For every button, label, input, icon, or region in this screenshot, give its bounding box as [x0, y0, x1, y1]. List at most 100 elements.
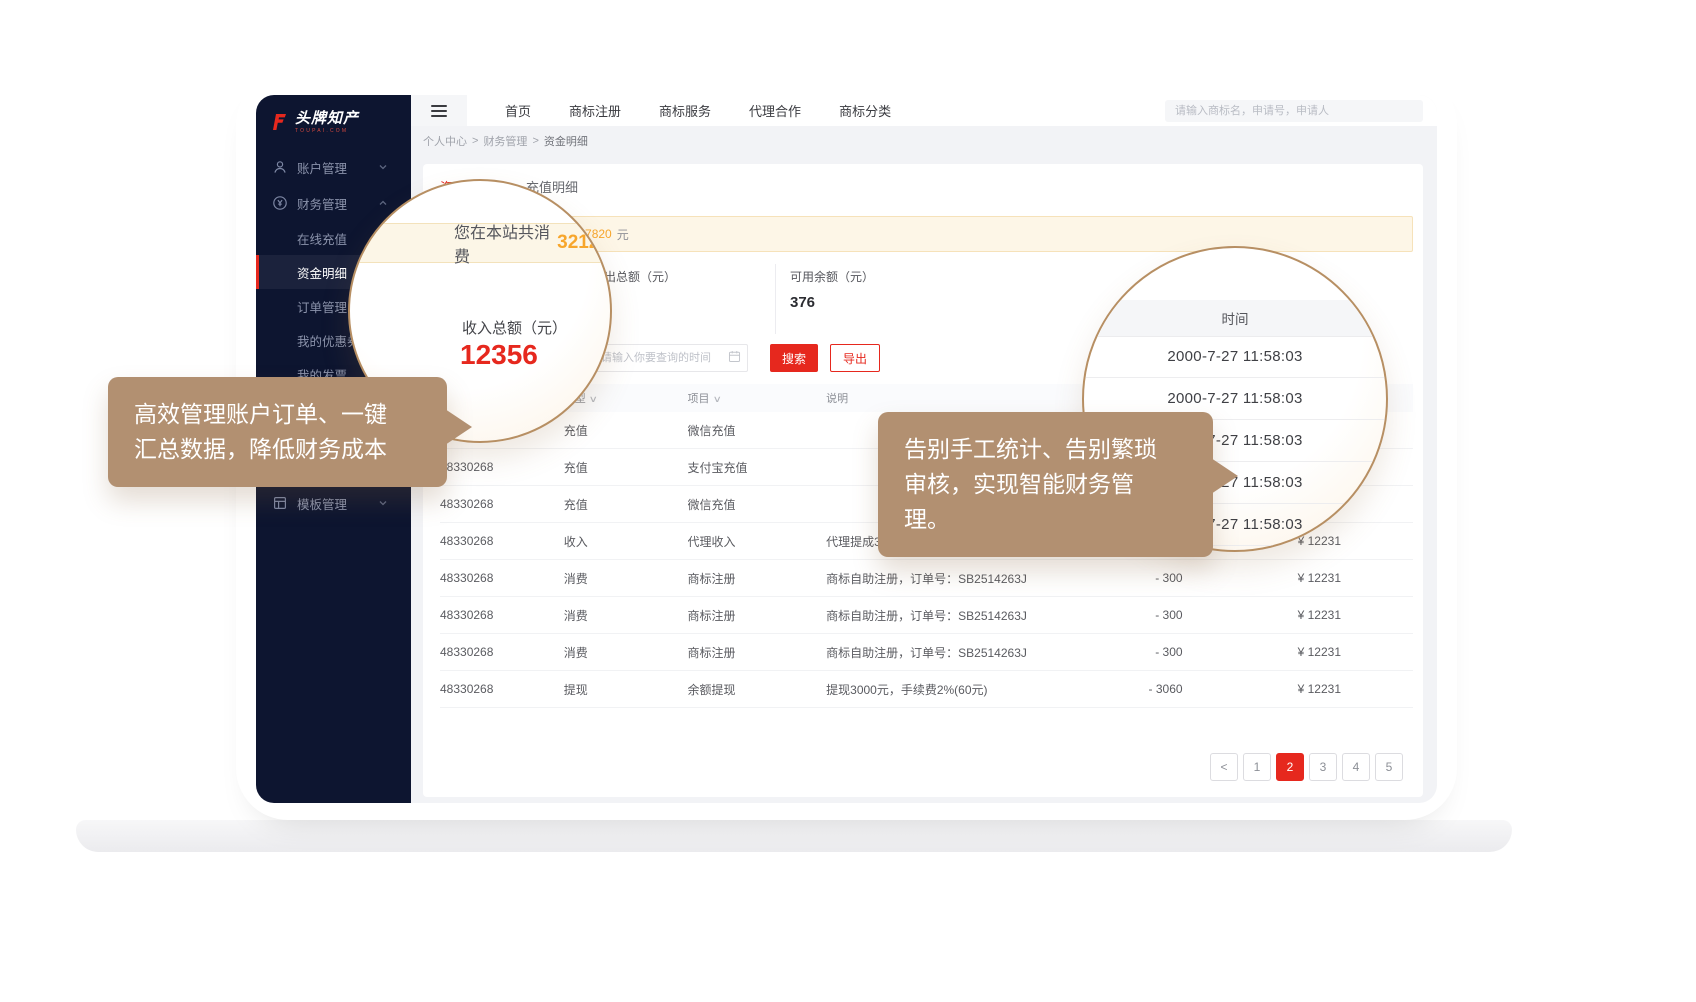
laptop-base [76, 820, 1512, 852]
table-cell: 充值 [564, 496, 688, 513]
callout-left: 高效管理账户订单、一键汇总数据，降低财务成本 [108, 377, 447, 487]
export-button[interactable]: 导出 [830, 344, 880, 372]
table-cell: 消费 [564, 644, 688, 661]
callout-line: 告别手工统计、告别繁琐 [904, 432, 1187, 467]
menu-toggle[interactable] [411, 95, 467, 126]
table-cell: 48330268 [440, 460, 564, 474]
callout-line: 理。 [904, 502, 1187, 537]
table-cell: - 300 [1103, 571, 1182, 585]
nav-tab-商标分类[interactable]: 商标分类 [839, 101, 891, 120]
nav-tab-商标注册[interactable]: 商标注册 [569, 101, 621, 120]
table-cell: 商标注册 [688, 607, 827, 624]
table-cell: 商标自助注册，订单号：SB2514263J [826, 644, 1103, 661]
chevron-down-icon [378, 162, 388, 172]
nav-tab-商标服务[interactable]: 商标服务 [659, 101, 711, 120]
table-cell: ¥ 12231 [1183, 682, 1341, 696]
table-cell: 支付宝充值 [688, 459, 827, 476]
lens-time-header: 时间 [1084, 300, 1386, 337]
table-cell: 48330268 [440, 534, 564, 548]
page-button-4[interactable]: 4 [1342, 753, 1370, 781]
table-row[interactable]: 48330268消费商标注册商标自助注册，订单号：SB2514263J- 300… [440, 597, 1413, 634]
page-button-2[interactable]: 2 [1276, 753, 1304, 781]
table-cell: ¥ 12231 [1183, 571, 1341, 585]
sidebar-group-label: 账户管理 [297, 158, 378, 177]
breadcrumb-item[interactable]: 财务管理 [483, 133, 527, 149]
table-cell: 48330268 [440, 608, 564, 622]
breadcrumb-separator: > [472, 135, 478, 147]
date-filter [592, 344, 748, 372]
card-tabs: 资金明细充值明细 [440, 177, 1413, 204]
table-cell: 充值 [564, 459, 688, 476]
date-filter-input[interactable] [592, 344, 748, 372]
flag-logo-icon [269, 112, 289, 132]
sidebar-group-账户管理[interactable]: 账户管理 [256, 149, 411, 185]
table-cell: 48330268 [440, 645, 564, 659]
lens-banner-amount: 32124 [557, 232, 610, 254]
table-cell: 48330268 [440, 497, 564, 511]
sort-chevron-icon[interactable]: ∨ [712, 394, 721, 405]
top-navbar: 首页 商标注册 商标服务 代理合作 商标分类 [411, 95, 1437, 126]
table-header-cell: 说明 [826, 390, 1103, 406]
table-cell: 代理收入 [688, 533, 827, 550]
table-row[interactable]: 48330268提现余额提现提现3000元，手续费2%(60元)- 3060¥ … [440, 671, 1413, 708]
sidebar-group-模板管理[interactable]: 模板管理 [256, 485, 411, 521]
table-header-cell: 项目∨ [688, 390, 827, 406]
pagination: <12345 [440, 743, 1413, 789]
table-cell: 48330268 [440, 571, 564, 585]
nav-tab-代理合作[interactable]: 代理合作 [749, 101, 801, 120]
table-row[interactable]: 48330268消费商标注册商标自助注册，订单号：SB2514263J- 300… [440, 560, 1413, 597]
table-cell: 提现 [564, 681, 688, 698]
brand-name: 头牌知产 [295, 111, 359, 126]
lens-income-label: 收入总额（元） [462, 317, 567, 338]
nav-tabs: 首页 商标注册 商标服务 代理合作 商标分类 [505, 101, 891, 120]
page-button-3[interactable]: 3 [1309, 753, 1337, 781]
sort-chevron-icon[interactable]: ∨ [588, 394, 597, 405]
table-cell: 2000-7-27 11:58:03 [1341, 682, 1413, 696]
table-cell: 商标注册 [688, 644, 827, 661]
lens-time-row: 2000-7-27 11:58:03 [1084, 336, 1386, 378]
table-cell: 提现3000元，手续费2%(60元) [826, 681, 1103, 698]
callout-line: 高效管理账户订单、一键 [134, 397, 421, 432]
table-cell: ¥ 12231 [1183, 608, 1341, 622]
table-cell: 商标注册 [688, 570, 827, 587]
banner-suffix: 元 [617, 226, 629, 243]
table-cell: 充值 [564, 422, 688, 439]
wallet-icon [272, 195, 288, 211]
table-cell: 商标自助注册，订单号：SB2514263J [826, 607, 1103, 624]
table-cell: 余额提现 [688, 681, 827, 698]
hamburger-icon [431, 105, 447, 117]
breadcrumb-item[interactable]: 个人中心 [423, 133, 467, 149]
sidebar-group-label: 模板管理 [297, 494, 378, 513]
chevron-up-icon [378, 198, 388, 208]
trademark-search-input[interactable] [1165, 100, 1423, 122]
table-cell: 消费 [564, 570, 688, 587]
lens-banner-prefix: 您在本站共消费 [454, 219, 550, 267]
search-button[interactable]: 搜索 [770, 344, 818, 372]
table-cell: 2000-7-27 11:58:03 [1341, 571, 1413, 585]
marketing-stage: 头牌知产 TOUPAI.COM 账户管理财务管理在线充值资金明细订单管理我的优惠… [0, 0, 1696, 1002]
lens-banner: 您在本站共消费 32124 [350, 223, 610, 263]
nav-tab-首页[interactable]: 首页 [505, 101, 531, 120]
table-cell: 收入 [564, 533, 688, 550]
callout-line: 汇总数据，降低财务成本 [134, 432, 421, 467]
table-cell: 消费 [564, 607, 688, 624]
table-cell: 商标自助注册，订单号：SB2514263J [826, 570, 1103, 587]
breadcrumb-item[interactable]: 资金明细 [544, 133, 588, 149]
brand-logo[interactable]: 头牌知产 TOUPAI.COM [256, 95, 411, 149]
table-cell: 微信充值 [688, 422, 827, 439]
table-cell: 微信充值 [688, 496, 827, 513]
breadcrumb: 个人中心>财务管理>资金明细 [411, 126, 1437, 156]
chevron-down-icon [378, 498, 388, 508]
stat-label: 支出总额（元） [592, 268, 775, 285]
page-button-5[interactable]: 5 [1375, 753, 1403, 781]
page-button-1[interactable]: 1 [1243, 753, 1271, 781]
table-cell: - 300 [1103, 608, 1182, 622]
callout-right: 告别手工统计、告别繁琐审核，实现智能财务管理。 [878, 412, 1213, 557]
brand-subtext: TOUPAI.COM [295, 129, 359, 134]
table-row[interactable]: 48330268消费商标注册商标自助注册，订单号：SB2514263J- 300… [440, 634, 1413, 671]
table-cell: - 300 [1103, 645, 1182, 659]
page-prev-button[interactable]: < [1210, 753, 1238, 781]
user-icon [272, 159, 288, 175]
table-cell: 2000-7-27 11:58:03 [1341, 608, 1413, 622]
table-cell: - 3060 [1103, 682, 1182, 696]
